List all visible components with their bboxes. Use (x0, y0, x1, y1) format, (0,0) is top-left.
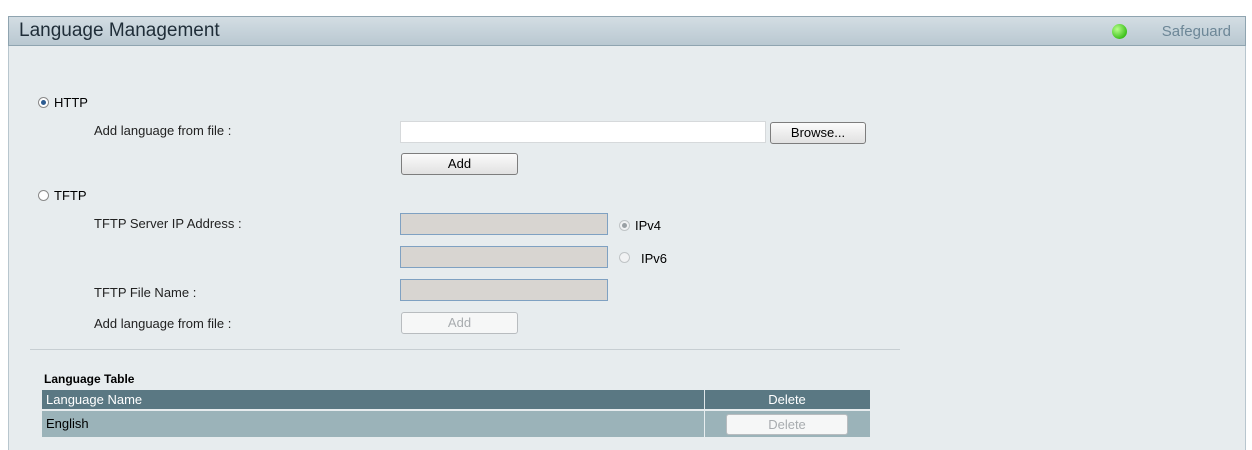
ipv4-radio[interactable] (619, 220, 630, 231)
tftp-radio[interactable] (38, 190, 49, 201)
language-table-caption: Language Table (44, 372, 135, 386)
table-row: English Delete (42, 411, 870, 437)
title-bar: Language Management Safeguard (8, 16, 1246, 46)
section-divider (30, 349, 900, 350)
tftp-add-button[interactable]: Add (401, 312, 518, 334)
tftp-add-from-file-label: Add language from file : (94, 316, 232, 331)
page-title: Language Management (19, 20, 220, 41)
http-label: HTTP (54, 95, 88, 110)
browse-button[interactable]: Browse... (770, 122, 866, 144)
ipv6-label: IPv6 (641, 251, 668, 266)
http-add-from-file-label: Add language from file : (94, 123, 232, 138)
delete-language-button[interactable]: Delete (726, 414, 848, 435)
column-header-delete: Delete (768, 392, 806, 407)
ipv6-radio[interactable] (619, 252, 630, 263)
http-file-input[interactable] (400, 121, 766, 143)
http-add-button[interactable]: Add (401, 153, 518, 175)
tftp-label: TFTP (54, 188, 87, 203)
tftp-file-name-label: TFTP File Name : (94, 285, 197, 300)
column-header-language-name: Language Name (46, 392, 143, 407)
tftp-server-ip-label: TFTP Server IP Address : (94, 216, 242, 231)
column-separator (704, 411, 705, 437)
ipv4-label: IPv4 (635, 218, 662, 233)
language-table-header: Language Name Delete (42, 390, 870, 409)
tftp-ipv6-input[interactable] (400, 246, 608, 268)
safeguard-label: Safeguard (1161, 23, 1231, 40)
safeguard-status-icon (1112, 24, 1127, 39)
language-name-cell: English (46, 416, 89, 431)
tftp-ipv4-input[interactable] (400, 213, 608, 235)
tftp-file-name-input[interactable] (400, 279, 608, 301)
http-radio[interactable] (38, 97, 49, 108)
